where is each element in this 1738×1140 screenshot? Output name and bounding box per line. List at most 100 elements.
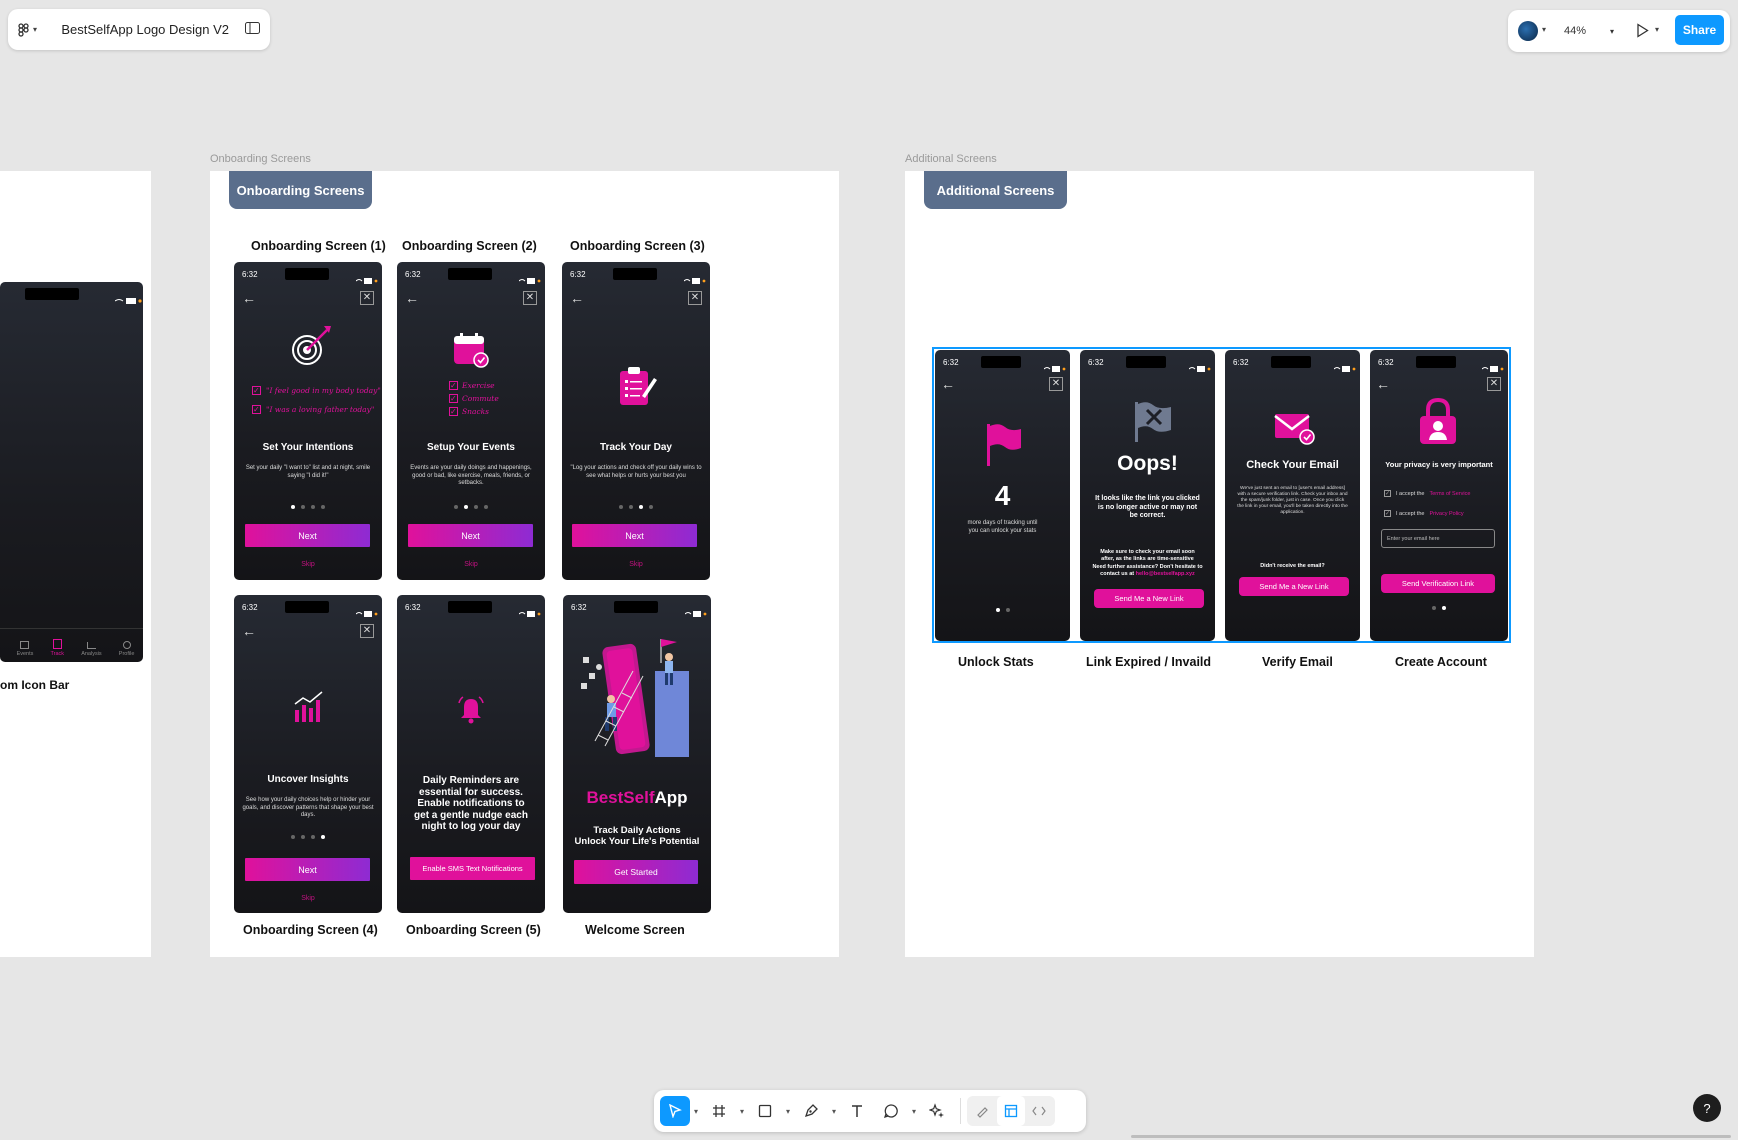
sidebar-toggle-icon[interactable] (245, 21, 260, 39)
chevron-down-icon[interactable]: ▾ (908, 1107, 920, 1116)
back-arrow-icon[interactable]: ← (570, 290, 584, 306)
verify-body: We've just sent an email to [user's emai… (1237, 486, 1348, 515)
zoom-dropdown[interactable]: 44% ▾ (1560, 20, 1618, 42)
verify-email-screen[interactable]: 6:32 Check Your Email We've just sent an… (1225, 350, 1360, 641)
phone-notch (285, 601, 329, 613)
nav-profile[interactable]: Profile (119, 641, 134, 657)
enable-sms-button[interactable]: Enable SMS Text Notifications (410, 857, 535, 880)
terms-checkbox-row[interactable]: ✓ I accept the Terms of Service (1384, 490, 1470, 497)
horizontal-scrollbar[interactable] (1131, 1135, 1731, 1138)
screen-body: See how your daily choices help or hinde… (242, 797, 374, 818)
get-started-button[interactable]: Get Started (574, 860, 698, 884)
chevron-down-icon[interactable]: ▾ (782, 1107, 794, 1116)
back-arrow-icon[interactable]: ← (242, 290, 256, 306)
frame-tool[interactable] (702, 1096, 736, 1126)
chevron-down-icon[interactable]: ▾ (1655, 25, 1659, 34)
chevron-down-icon[interactable]: ▾ (828, 1107, 840, 1116)
next-button[interactable]: Next (408, 524, 533, 547)
back-arrow-icon[interactable]: ← (941, 376, 955, 392)
pen-tool[interactable] (794, 1096, 828, 1126)
chevron-down-icon: ▾ (33, 25, 38, 34)
bottom-icon-bar-phone[interactable]: Events Track Analysis Profile (0, 282, 143, 662)
left-frame[interactable]: Events Track Analysis Profile om Icon Ba… (0, 171, 151, 957)
status-time: 6:32 (943, 358, 959, 367)
caption-screen-5: Onboarding Screen (5) (406, 923, 541, 937)
close-icon[interactable]: ✕ (523, 291, 537, 305)
additional-frame-label[interactable]: Additional Screens (905, 153, 997, 165)
unlock-body: more days of tracking until you can unlo… (967, 520, 1038, 534)
close-icon[interactable]: ✕ (360, 291, 374, 305)
onboarding-frame[interactable]: Onboarding Screens Onboarding Screen (1)… (210, 171, 839, 957)
email-field[interactable]: Enter your email here (1381, 529, 1495, 548)
file-title[interactable]: BestSelfApp Logo Design V2 (61, 22, 229, 37)
back-arrow-icon[interactable]: ← (1376, 376, 1390, 392)
unlock-stats-screen[interactable]: 6:32 ← ✕ 4 more days of tracking until y… (935, 350, 1070, 641)
close-icon[interactable]: ✕ (1049, 377, 1063, 391)
skip-link[interactable]: Skip (234, 895, 382, 902)
present-play-icon[interactable] (1636, 23, 1649, 43)
text-tool[interactable] (840, 1096, 874, 1126)
screen-title: Setup Your Events (427, 442, 515, 453)
onboarding-screen-3[interactable]: 6:32 ← ✕ Track Your Day "Log your action… (562, 262, 710, 580)
welcome-screen[interactable]: 6:32 BestSelfApp Track Daily Actions Unl… (563, 595, 711, 913)
close-icon[interactable]: ✕ (1487, 377, 1501, 391)
checkbox-icon[interactable]: ✓ (1384, 510, 1391, 517)
chevron-down-icon[interactable]: ▾ (690, 1107, 702, 1116)
create-account-screen[interactable]: 6:32 ← ✕ Your privacy is very important … (1370, 350, 1508, 641)
skip-link[interactable]: Skip (562, 561, 710, 568)
skip-link[interactable]: Skip (234, 561, 382, 568)
top-right-controls: ▾ 44% ▾ ▾ Share (1508, 10, 1730, 52)
status-icons (518, 604, 541, 617)
back-arrow-icon[interactable]: ← (242, 623, 256, 639)
chevron-down-icon[interactable]: ▾ (1542, 25, 1546, 34)
avatar[interactable] (1518, 21, 1538, 41)
nav-analysis[interactable]: Analysis (81, 642, 102, 657)
screen-body: Set your daily "I want to" list and at n… (245, 465, 371, 479)
skip-link[interactable]: Skip (397, 561, 545, 568)
status-icons (1043, 359, 1066, 372)
next-button[interactable]: Next (245, 524, 370, 547)
send-verification-button[interactable]: Send Verification Link (1381, 574, 1495, 593)
link-expired-screen[interactable]: 6:32 Oops! It looks like the link you cl… (1080, 350, 1215, 641)
actions-tool[interactable] (920, 1096, 954, 1126)
page-dots (1370, 606, 1508, 610)
flag-icon (987, 424, 1021, 466)
comment-tool[interactable] (874, 1096, 908, 1126)
checkbox-icon[interactable]: ✓ (1384, 490, 1391, 497)
chevron-down-icon[interactable]: ▾ (736, 1107, 748, 1116)
onboarding-screen-5[interactable]: 6:32 Daily Reminders are essential for s… (397, 595, 545, 913)
close-icon[interactable]: ✕ (688, 291, 702, 305)
phone-notch (25, 288, 79, 300)
send-new-link-button[interactable]: Send Me a New Link (1239, 577, 1349, 596)
next-button[interactable]: Next (572, 524, 697, 547)
figma-menu-icon[interactable]: ▾ (18, 22, 43, 37)
nav-events[interactable]: Events (17, 641, 33, 657)
terms-link[interactable]: Terms of Service (1429, 491, 1470, 497)
design-mode-icon[interactable] (997, 1096, 1025, 1126)
draw-mode-icon[interactable] (969, 1096, 997, 1126)
status-icons (1188, 359, 1211, 372)
caption-create-account: Create Account (1395, 655, 1487, 669)
onboarding-screen-2[interactable]: 6:32 ← ✕ ✓ Exercise ✓ Commute ✓ Snacks Setu… (397, 262, 545, 580)
onboarding-badge: Onboarding Screens (229, 171, 372, 209)
help-button[interactable]: ? (1693, 1094, 1721, 1122)
nav-track[interactable]: Track (51, 639, 64, 657)
close-icon[interactable]: ✕ (360, 624, 374, 638)
page-dots (935, 608, 1070, 612)
share-button[interactable]: Share (1675, 15, 1724, 45)
shape-tool[interactable] (748, 1096, 782, 1126)
dev-mode-icon[interactable] (1025, 1096, 1053, 1126)
send-new-link-button[interactable]: Send Me a New Link (1094, 589, 1204, 608)
support-email-link[interactable]: hello@bestselfapp.xyz (1136, 571, 1195, 577)
onboarding-screen-1[interactable]: 6:32 ← ✕ ✓ "I feel good in my body today"… (234, 262, 382, 580)
page-dots (234, 835, 382, 839)
privacy-link[interactable]: Privacy Policy (1429, 511, 1463, 517)
privacy-checkbox-row[interactable]: ✓ I accept the Privacy Policy (1384, 510, 1464, 517)
status-icons (114, 291, 142, 304)
onboarding-screen-4[interactable]: 6:32 ← ✕ Uncover Insights See how your d… (234, 595, 382, 913)
onboarding-frame-label[interactable]: Onboarding Screens (210, 153, 311, 165)
additional-frame[interactable]: Additional Screens 6:32 ← ✕ 4 more days … (905, 171, 1534, 957)
next-button[interactable]: Next (245, 858, 370, 881)
move-tool[interactable] (660, 1096, 690, 1126)
back-arrow-icon[interactable]: ← (405, 290, 419, 306)
